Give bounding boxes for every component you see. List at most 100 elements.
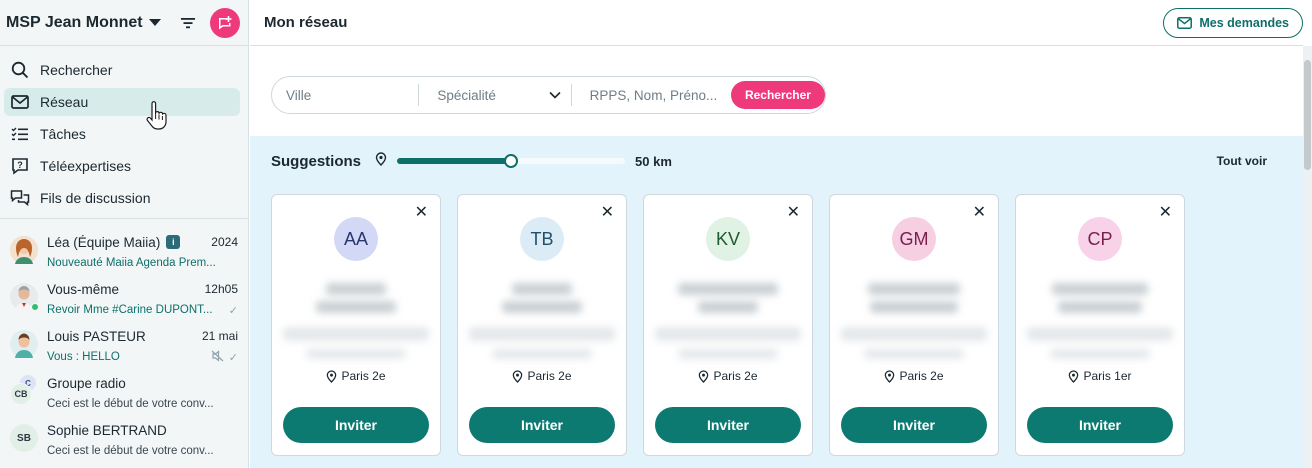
location-pin-icon: [513, 369, 523, 383]
close-icon[interactable]: ✕: [787, 205, 800, 221]
list-item[interactable]: C CB Groupe radio Ceci est le début de v…: [0, 370, 248, 417]
distance-slider[interactable]: [397, 154, 626, 168]
rechercher-button[interactable]: Rechercher: [730, 81, 825, 109]
card-location: Paris 2e: [458, 369, 626, 383]
mes-demandes-button[interactable]: Mes demandes: [1163, 7, 1303, 38]
blurred-name: [870, 301, 958, 313]
sidebar-item-teleexpertises[interactable]: ? Téléexpertises: [4, 152, 240, 180]
avatar: TB: [520, 217, 564, 261]
sidebar-nav: Rechercher Réseau Tâches ? Téléexpertise…: [0, 46, 248, 219]
suggestion-cards: ✕ AA Paris 2e Inviter ✕ TB Paris 2e Invi…: [250, 194, 1303, 456]
chevron-down-icon[interactable]: [148, 19, 161, 26]
invite-button[interactable]: Inviter: [841, 407, 987, 443]
tasks-icon: [10, 124, 30, 144]
specialite-placeholder: Spécialité: [437, 87, 496, 103]
blurred-name: [1052, 283, 1148, 295]
avatar: KV: [706, 217, 750, 261]
conversation-preview: Ceci est le début de votre conv...: [47, 445, 214, 457]
search-bar: Ville Spécialité RPPS, Nom, Préno... Rec…: [271, 76, 826, 114]
suggestions-section: Suggestions 50 km Tout voir ✕ AA Paris 2…: [250, 136, 1303, 468]
distance-value: 50 km: [635, 153, 672, 169]
blurred-specialty: [283, 327, 429, 341]
rpps-placeholder: RPPS, Nom, Préno...: [589, 87, 718, 103]
close-icon[interactable]: ✕: [1159, 205, 1172, 221]
blurred-name: [698, 301, 758, 313]
location-pin-icon: [885, 369, 895, 383]
read-check-icon: ✓: [228, 304, 238, 317]
conversation-name: Sophie BERTRAND: [47, 422, 167, 438]
main-content: Mon réseau Mes demandes Ville Spécialité…: [250, 0, 1303, 468]
new-message-button[interactable]: [210, 7, 240, 38]
blurred-name: [678, 283, 778, 295]
close-icon[interactable]: ✕: [601, 205, 614, 221]
conversation-name: Léa (Équipe Maiia): [47, 234, 161, 250]
conversation-preview: Ceci est le début de votre conv...: [47, 398, 214, 410]
conversation-name: Louis PASTEUR: [47, 328, 146, 344]
blurred-name: [502, 301, 582, 313]
conversation-list: Léa (Équipe Maiia) i 2024 Nouveauté Maii…: [0, 219, 248, 464]
card-location: Paris 2e: [830, 369, 998, 383]
list-item[interactable]: Vous-même 12h05 Revoir Mme #Carine DUPON…: [0, 276, 248, 323]
filter-icon[interactable]: [176, 11, 200, 35]
list-item[interactable]: SB Sophie BERTRAND Ceci est le début de …: [0, 417, 248, 464]
mail-icon: [10, 92, 30, 112]
scrollbar[interactable]: [1303, 46, 1312, 468]
conversation-name: Groupe radio: [47, 375, 126, 391]
location-label: Paris 2e: [713, 369, 758, 383]
avatar: [10, 283, 39, 311]
suggestions-title: Suggestions: [271, 152, 362, 170]
sidebar-item-fils[interactable]: Fils de discussion: [4, 184, 240, 212]
invite-button[interactable]: Inviter: [469, 407, 615, 443]
conversation-time: 12h05: [204, 282, 238, 296]
list-item[interactable]: Louis PASTEUR 21 mai Vous : HELLO ✓: [0, 323, 248, 370]
close-icon[interactable]: ✕: [415, 205, 428, 221]
tout-voir-link[interactable]: Tout voir: [1217, 154, 1267, 168]
conversation-preview: Vous : HELLO: [47, 351, 120, 363]
question-bubble-icon: ?: [10, 156, 30, 176]
blurred-specialty: [1027, 327, 1173, 341]
slider-thumb[interactable]: [504, 154, 519, 168]
invite-button[interactable]: Inviter: [283, 407, 429, 443]
mail-icon: [1177, 16, 1193, 29]
invite-button[interactable]: Inviter: [655, 407, 801, 443]
conversation-time: 21 mai: [201, 329, 238, 343]
sidebar-item-taches[interactable]: Tâches: [4, 120, 240, 148]
suggestion-card: ✕ KV Paris 2e Inviter: [643, 194, 813, 456]
card-location: Paris 2e: [644, 369, 812, 383]
suggestion-card: ✕ AA Paris 2e Inviter: [271, 194, 441, 456]
scrollbar-thumb[interactable]: [1304, 60, 1311, 170]
suggestions-header: Suggestions 50 km Tout voir: [250, 136, 1303, 180]
suggestion-card: ✕ CP Paris 1er Inviter: [1015, 194, 1185, 456]
location-label: Paris 2e: [527, 369, 572, 383]
sidebar-header: MSP Jean Monnet: [0, 0, 248, 46]
info-badge-icon: i: [166, 235, 181, 249]
specialite-select[interactable]: Spécialité: [419, 84, 572, 106]
blurred-specialty: [469, 327, 615, 341]
ville-input[interactable]: Ville: [272, 84, 420, 106]
group-avatar-front: CB: [10, 383, 32, 405]
sidebar-item-reseau[interactable]: Réseau: [4, 88, 240, 116]
rpps-input[interactable]: RPPS, Nom, Préno...: [572, 77, 731, 113]
read-check-icon: ✓: [228, 351, 238, 364]
blurred-detail: [306, 349, 406, 359]
blurred-name: [868, 283, 960, 295]
blurred-specialty: [655, 327, 801, 341]
avatar: CP: [1078, 217, 1122, 261]
invite-button[interactable]: Inviter: [1027, 407, 1173, 443]
suggestion-card: ✕ TB Paris 2e Inviter: [457, 194, 627, 456]
sidebar-item-rechercher[interactable]: Rechercher: [4, 56, 240, 84]
topbar: Mon réseau Mes demandes: [250, 0, 1303, 46]
search-section: Ville Spécialité RPPS, Nom, Préno... Rec…: [250, 46, 1303, 135]
close-icon[interactable]: ✕: [973, 205, 986, 221]
sidebar-item-label: Fils de discussion: [40, 190, 151, 206]
blurred-name: [1058, 301, 1142, 313]
search-icon: [10, 60, 30, 80]
conversation-name: Vous-même: [47, 281, 120, 297]
avatar-initials: SB: [17, 432, 31, 444]
conversation-preview: Nouveauté Maiia Agenda Prem...: [47, 257, 216, 269]
avatar: [10, 236, 38, 264]
org-name[interactable]: MSP Jean Monnet: [6, 14, 143, 32]
card-location: Paris 1er: [1016, 369, 1184, 383]
conversation-time: 2024: [211, 235, 238, 249]
list-item[interactable]: Léa (Équipe Maiia) i 2024 Nouveauté Maii…: [0, 229, 248, 276]
